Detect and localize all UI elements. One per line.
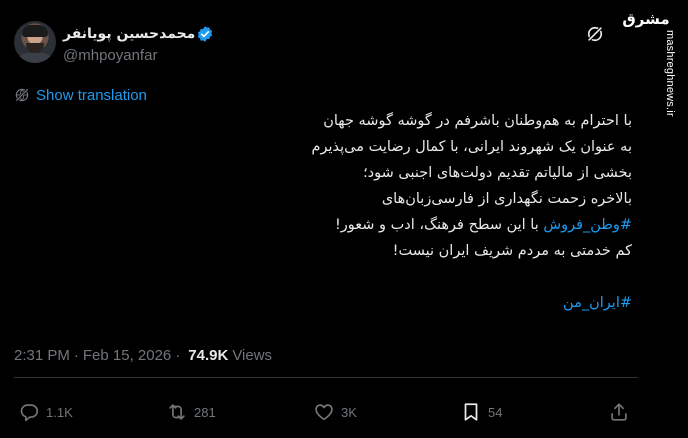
reply-button[interactable]: 1.1K xyxy=(18,400,73,424)
verified-badge-icon xyxy=(197,26,213,42)
tweet-date[interactable]: Feb 15, 2026 xyxy=(83,347,171,364)
retweet-icon xyxy=(169,404,185,420)
tweet-line-rest: با این سطح فرهنگ، ادب و شعور! xyxy=(334,217,544,233)
reply-count: 1.1K xyxy=(46,404,73,420)
grok-icon[interactable] xyxy=(585,24,605,44)
like-button[interactable]: 3K xyxy=(313,400,357,424)
author-display-name[interactable]: محمدحسین پویانفر xyxy=(63,26,195,42)
action-bar: 1.1K 281 3K 54 xyxy=(0,392,688,432)
views-count[interactable]: 74.9K xyxy=(188,347,228,364)
like-count: 3K xyxy=(341,404,357,420)
tweet-line: بالاخره زحمت نگهداری از فارسی‌زبان‌های xyxy=(381,191,632,207)
avatar-hair xyxy=(22,25,48,37)
avatar-shirt xyxy=(16,53,54,63)
tweet-line: بخشی از مالیاتم تقدیم دولت‌های اجنبی شود… xyxy=(363,165,632,181)
bookmark-button[interactable]: 54 xyxy=(460,400,502,424)
author-handle[interactable]: @mhpoyanfar xyxy=(63,47,157,64)
hashtag-link[interactable]: #ایران_من xyxy=(563,295,632,311)
tweet-text: با احترام به هم‌وطنان باشرفم در گوشه گوش… xyxy=(72,108,632,316)
reply-icon xyxy=(20,404,39,422)
hashtag-link[interactable]: #وطن_فروش xyxy=(543,217,632,233)
tweet-line-hashtag-end: #ایران_من xyxy=(72,290,632,316)
views-label: Views xyxy=(232,346,273,364)
bookmark-count: 54 xyxy=(488,404,503,420)
globe-icon xyxy=(15,88,29,102)
avatar[interactable] xyxy=(14,21,56,63)
share-icon xyxy=(611,403,627,421)
tweet-line: به عنوان یک شهروند ایرانی، با کمال رضایت… xyxy=(311,139,632,155)
publisher-watermark: mashreghnews.ir xyxy=(664,30,676,117)
tweet-meta: 2:31 PM · Feb 15, 2026 · 74.9K Views xyxy=(14,345,272,365)
retweet-count: 281 xyxy=(194,404,216,420)
tweet-line: کم خدمتی به مردم شریف ایران نیست! xyxy=(392,243,632,259)
heart-icon xyxy=(315,404,333,421)
tweet-card: محمدحسین پویانفر @mhpoyanfar مشرق mashre… xyxy=(0,0,688,438)
translation-row[interactable]: Show translation xyxy=(14,85,147,105)
share-button[interactable] xyxy=(608,400,630,424)
tweet-line-with-hashtag: #وطن_فروش با این سطح فرهنگ، ادب و شعور! xyxy=(72,212,632,238)
bookmark-icon xyxy=(464,403,478,421)
tweet-time[interactable]: 2:31 PM xyxy=(14,347,70,364)
tweet-line: با احترام به هم‌وطنان باشرفم در گوشه گوش… xyxy=(323,113,632,129)
meta-separator: · xyxy=(73,346,79,364)
divider xyxy=(14,377,638,378)
retweet-button[interactable]: 281 xyxy=(166,400,216,424)
meta-separator: · xyxy=(175,346,181,364)
avatar-beard xyxy=(26,43,44,53)
show-translation-link[interactable]: Show translation xyxy=(36,87,147,104)
